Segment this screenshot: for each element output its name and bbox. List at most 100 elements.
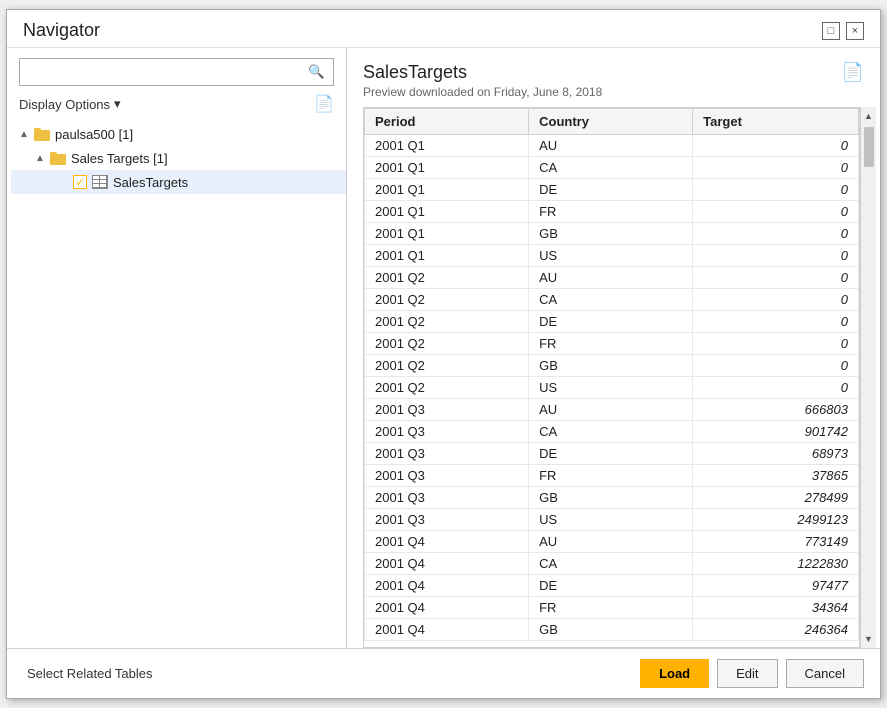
table-cell: 2001 Q3 [365, 421, 529, 443]
cancel-button[interactable]: Cancel [786, 659, 864, 688]
table-row: 2001 Q1CA0 [365, 157, 859, 179]
table-row: 2001 Q3US2499123 [365, 509, 859, 531]
table-cell: AU [529, 267, 693, 289]
tree-label-sales-targets: Sales Targets [1] [71, 151, 168, 166]
table-cell: 0 [693, 245, 859, 267]
table-cell: 1222830 [693, 553, 859, 575]
table-cell: 2001 Q1 [365, 223, 529, 245]
table-cell: 2001 Q3 [365, 443, 529, 465]
edit-button[interactable]: Edit [717, 659, 777, 688]
table-cell: FR [529, 597, 693, 619]
table-cell: FR [529, 201, 693, 223]
table-cell: 0 [693, 311, 859, 333]
table-cell: 2001 Q2 [365, 289, 529, 311]
table-cell: 0 [693, 135, 859, 157]
display-options-label: Display Options [19, 97, 110, 112]
table-row: 2001 Q3FR37865 [365, 465, 859, 487]
col-header-country: Country [529, 109, 693, 135]
table-cell: 901742 [693, 421, 859, 443]
table-cell: 2001 Q1 [365, 201, 529, 223]
table-cell: 2001 Q2 [365, 377, 529, 399]
navigator-dialog: Navigator □ × 🔍 Display Options ▾ 📄 [6, 9, 881, 699]
content-area: 🔍 Display Options ▾ 📄 ▲ paulsa500 [1] [7, 47, 880, 648]
table-cell: 68973 [693, 443, 859, 465]
scroll-down-button[interactable]: ▼ [862, 632, 876, 646]
tree-item-paulsa500[interactable]: ▲ paulsa500 [1] [11, 122, 346, 146]
table-row: 2001 Q4DE97477 [365, 575, 859, 597]
table-header-row: Period Country Target [365, 109, 859, 135]
table-cell: 0 [693, 333, 859, 355]
table-row: 2001 Q3DE68973 [365, 443, 859, 465]
table-cell: 2001 Q2 [365, 333, 529, 355]
table-cell: 0 [693, 223, 859, 245]
tree-area: ▲ paulsa500 [1] ▲ Sales Targets [1] [7, 122, 346, 638]
close-button[interactable]: × [846, 22, 864, 40]
table-row: 2001 Q2CA0 [365, 289, 859, 311]
footer: Select Related Tables Load Edit Cancel [7, 648, 880, 698]
table-row: 2001 Q1AU0 [365, 135, 859, 157]
table-row: 2001 Q1FR0 [365, 201, 859, 223]
footer-left: Select Related Tables [23, 660, 157, 687]
table-cell: US [529, 509, 693, 531]
table-row: 2001 Q3AU666803 [365, 399, 859, 421]
scroll-up-button[interactable]: ▲ [862, 109, 876, 123]
table-row: 2001 Q4FR34364 [365, 597, 859, 619]
folder-icon-sales-targets [49, 149, 67, 167]
table-row: 2001 Q3CA901742 [365, 421, 859, 443]
scroll-thumb [864, 127, 874, 167]
table-row: 2001 Q2DE0 [365, 311, 859, 333]
left-panel: 🔍 Display Options ▾ 📄 ▲ paulsa500 [1] [7, 48, 347, 648]
checkbox-salesTargets[interactable]: ✓ [73, 175, 87, 189]
table-row: 2001 Q4GB246364 [365, 619, 859, 641]
table-cell: 0 [693, 179, 859, 201]
table-cell: 2001 Q3 [365, 487, 529, 509]
tree-item-salesTargets[interactable]: ✓ SalesTargets [11, 170, 346, 194]
tree-item-sales-targets[interactable]: ▲ Sales Targets [1] [11, 146, 346, 170]
table-cell: 2001 Q3 [365, 509, 529, 531]
table-cell: CA [529, 421, 693, 443]
table-cell: 2001 Q2 [365, 355, 529, 377]
table-cell: US [529, 245, 693, 267]
search-button[interactable]: 🔍 [300, 59, 333, 85]
table-cell: 0 [693, 201, 859, 223]
table-cell: 2001 Q4 [365, 575, 529, 597]
table-cell: GB [529, 619, 693, 641]
table-cell: US [529, 377, 693, 399]
tree-toggle-paulsa500: ▲ [19, 129, 33, 140]
table-cell: CA [529, 157, 693, 179]
title-controls: □ × [822, 22, 864, 40]
col-header-period: Period [365, 109, 529, 135]
load-button[interactable]: Load [640, 659, 709, 688]
col-header-target: Target [693, 109, 859, 135]
preview-export-icon[interactable]: 📄 [842, 62, 864, 83]
table-cell: FR [529, 333, 693, 355]
table-cell: 278499 [693, 487, 859, 509]
table-cell: 34364 [693, 597, 859, 619]
display-options-button[interactable]: Display Options ▾ [19, 96, 121, 112]
table-cell: DE [529, 179, 693, 201]
table-cell: DE [529, 443, 693, 465]
folder-icon-paulsa500 [33, 125, 51, 143]
table-cell: 2001 Q4 [365, 553, 529, 575]
table-row: 2001 Q1GB0 [365, 223, 859, 245]
table-cell: 2001 Q1 [365, 135, 529, 157]
maximize-button[interactable]: □ [822, 22, 840, 40]
tree-toggle-sales-targets: ▲ [35, 153, 49, 164]
table-cell: 246364 [693, 619, 859, 641]
footer-right: Load Edit Cancel [640, 659, 864, 688]
table-row: 2001 Q2US0 [365, 377, 859, 399]
select-related-button[interactable]: Select Related Tables [23, 660, 157, 687]
table-cell: 0 [693, 267, 859, 289]
dialog-title: Navigator [23, 20, 100, 41]
table-cell: 0 [693, 355, 859, 377]
table-cell: DE [529, 311, 693, 333]
table-cell: 2001 Q4 [365, 619, 529, 641]
table-cell: 0 [693, 157, 859, 179]
preview-title: SalesTargets [363, 62, 602, 83]
title-bar: Navigator □ × [7, 10, 880, 47]
search-input[interactable] [20, 60, 300, 85]
table-cell: AU [529, 135, 693, 157]
table-cell: 2001 Q1 [365, 245, 529, 267]
table-cell: 0 [693, 289, 859, 311]
table-icon-salesTargets [91, 173, 109, 191]
